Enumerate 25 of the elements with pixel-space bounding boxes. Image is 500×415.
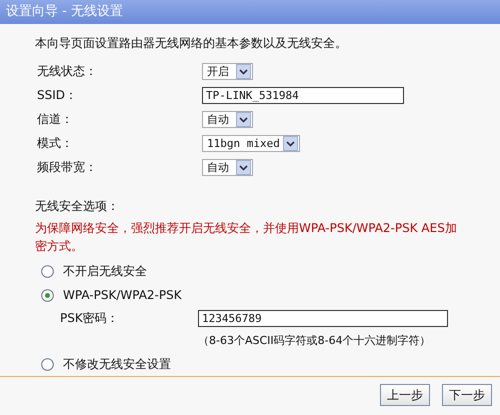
input-field[interactable]: 123456789: [198, 310, 448, 326]
field-label: 频段带宽：: [37, 159, 98, 176]
intro-text: 本向导页面设置路由器无线网络的基本参数以及无线安全。: [35, 35, 348, 52]
radio-button[interactable]: [41, 358, 54, 370]
wizard-button[interactable]: 上一步: [380, 384, 430, 406]
radio-button[interactable]: [41, 264, 54, 278]
radio-label: WPA-PSK/WPA2-PSK: [63, 288, 182, 302]
field-label: SSID：: [37, 87, 78, 104]
field-label: 信道：: [37, 111, 74, 128]
input-field[interactable]: TP-LINK_531984: [202, 87, 404, 104]
wizard-button[interactable]: 下一步: [442, 384, 492, 406]
section-title: 无线安全选项：: [35, 198, 120, 215]
dropdown[interactable]: 自动: [202, 111, 253, 128]
dropdown[interactable]: 开启: [202, 63, 253, 80]
field-label: PSK密码：: [60, 310, 120, 326]
radio-button[interactable]: [41, 288, 54, 302]
dropdown[interactable]: 11bgn mixed: [202, 135, 300, 152]
dropdown[interactable]: 自动: [202, 159, 253, 176]
window-title: 设置向导 - 无线设置: [5, 3, 124, 21]
field-label: 无线状态：: [37, 63, 98, 80]
warning-text: 为保障网络安全，强烈推荐开启无线安全，并使用WPA-PSK/WPA2-PSK AES加密方式。: [35, 220, 458, 255]
field-label: 模式：: [37, 135, 74, 152]
radio-label: 不开启无线安全: [63, 262, 147, 280]
radio-label: 不修改无线安全设置: [63, 356, 171, 372]
hint-text: （8-63个ASCII码字符或8-64个十六进制字符）: [197, 333, 432, 348]
